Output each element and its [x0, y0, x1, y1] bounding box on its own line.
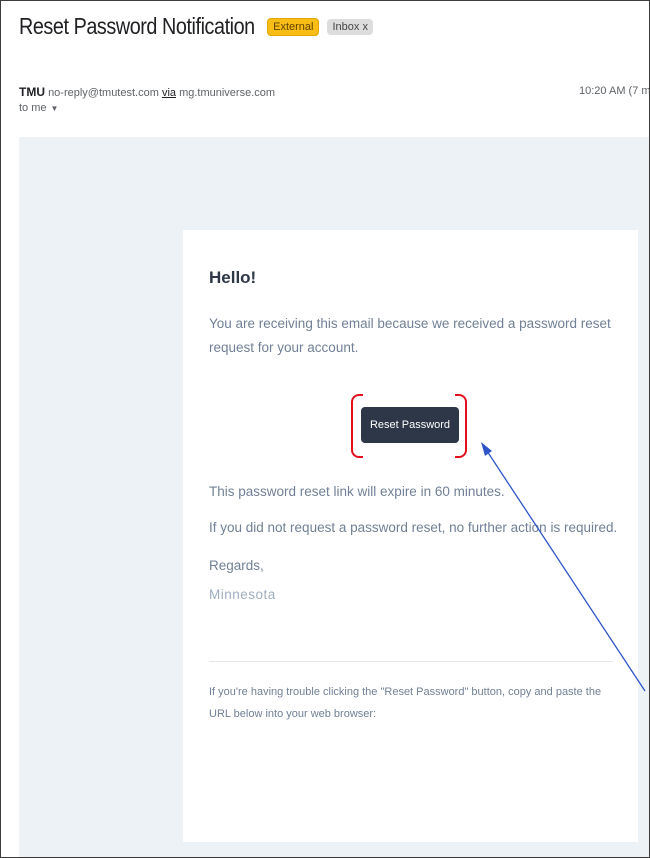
via-domain: mg.tmuniverse.com: [179, 87, 276, 99]
subject-row: Reset Password Notification External Inb…: [19, 13, 373, 40]
intro-text: You are receiving this email because we …: [209, 316, 611, 355]
via-link[interactable]: via: [162, 87, 176, 99]
trouble-text: If you're having trouble clicking the "R…: [209, 686, 602, 720]
sender-email: no-reply@tmutest.com: [48, 87, 159, 99]
reset-password-button[interactable]: Reset Password: [361, 407, 459, 443]
email-view: Reset Password Notification External Inb…: [0, 0, 650, 858]
content-divider: [209, 661, 613, 662]
sender-row: TMU no-reply@tmutest.com via mg.tmuniver…: [19, 85, 275, 99]
email-timestamp: 10:20 AM (7 m: [579, 85, 650, 97]
signature-text: Minnesota: [209, 587, 276, 602]
inbox-label-chip[interactable]: Inbox x: [327, 18, 373, 35]
expire-text: This password reset link will expire in …: [209, 484, 505, 499]
email-content-card: Hello! You are receiving this email beca…: [183, 230, 638, 842]
caret-down-icon[interactable]: ▼: [51, 104, 59, 113]
email-subject: Reset Password Notification: [19, 13, 255, 39]
regards-text: Regards,: [209, 558, 264, 573]
greeting: Hello!: [209, 268, 257, 287]
annotation-bracket-right: [455, 394, 467, 458]
external-badge: External: [267, 17, 320, 36]
no-action-text: If you did not request a password reset,…: [209, 520, 618, 535]
recipient-row[interactable]: to me ▼: [19, 102, 58, 114]
sender-name[interactable]: TMU: [19, 85, 45, 99]
recipient-label: to me: [19, 102, 47, 114]
